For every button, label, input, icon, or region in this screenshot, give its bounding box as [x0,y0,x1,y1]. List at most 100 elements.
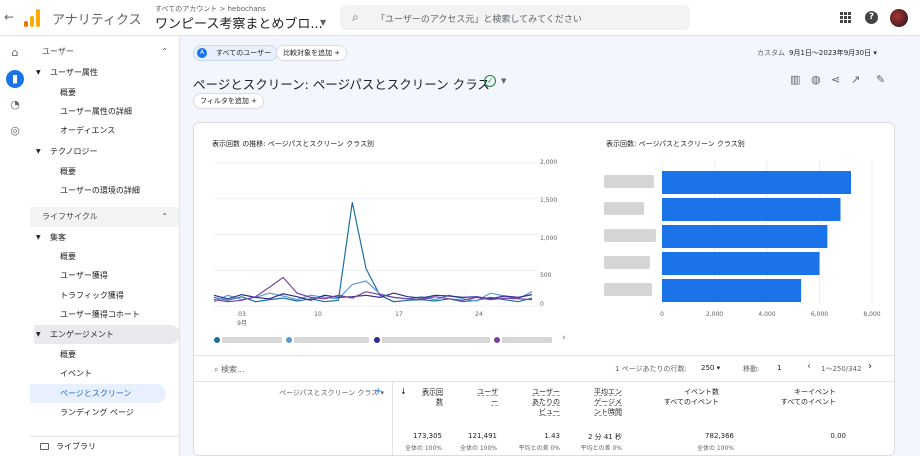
sidebar-section-lifecycle[interactable]: ライフサイクル ⌃ [30,207,179,227]
sidebar-item-events[interactable]: イベント [30,364,166,383]
rows-per-page-select[interactable]: 250 ▾ [701,364,720,372]
group-label: 集客 [50,233,66,242]
total-value: 173,305 [413,432,442,440]
date-range: 9月1日～2023年9月30日 [789,49,872,57]
caret-down-icon[interactable]: ▼ [320,18,326,27]
caret-down-icon: ▾ [873,49,877,57]
bar-label-redacted [604,283,652,296]
prev-page-icon[interactable]: ‹ [807,361,811,372]
y-tick: 500 [540,272,552,279]
apps-grid-icon[interactable] [840,12,851,23]
bar[interactable] [662,279,802,302]
total-value: 121,491 [468,432,497,440]
column-header-engagement-time[interactable]: 平均エン ゲージメ ント時間 [579,387,622,417]
add-dimension-icon[interactable]: + [374,387,382,397]
nav-rail: ⌂ ▮ ◔ ◎ [0,36,30,456]
sidebar-item-tech-details[interactable]: ユーザーの環境の詳細 [30,181,166,200]
plus-icon: + [251,97,257,105]
sidebar-item-overview[interactable]: 概要 [30,345,166,364]
bar[interactable] [662,198,841,221]
x-tick: 24 [475,311,483,318]
line-chart [213,162,538,307]
goto-input[interactable]: 1 [777,364,781,372]
sidebar-item-pages-screens[interactable]: ページとスクリーン [30,384,166,403]
bar-label-redacted [604,175,654,188]
avatar[interactable] [890,9,908,27]
compare-label: 比較対象を追加 [283,49,332,57]
sidebar-item-overview[interactable]: 概要 [30,162,166,181]
group-label: ユーザー属性 [50,68,98,77]
column-header-views-per-user[interactable]: ユーザー あたりの ビュー [520,387,560,417]
column-header-users[interactable]: ユーザ ー [464,387,498,407]
property-selector[interactable]: ワンピース考察まとめブロ... [155,13,323,32]
compare-columns-icon[interactable]: ▥ [790,73,800,86]
caret-down-icon[interactable]: ▼ [501,77,506,85]
reports-icon[interactable]: ▮ [6,70,24,88]
caret-down-icon: ▼ [36,331,41,338]
x-tick: 0 [660,311,664,318]
sidebar-item-user-acquisition[interactable]: ユーザー獲得 [30,266,166,285]
column-divider [392,381,393,455]
x-tick: 17 [395,311,403,318]
add-filter-chip[interactable]: フィルタを追加 + [193,93,264,109]
trend-icon[interactable]: ↗ [851,73,860,86]
edit-pencil-icon[interactable]: ✎ [876,73,885,86]
sidebar-item-landing-page[interactable]: ランディング ページ [30,403,166,422]
rows-per-page-label: 1 ページあたりの行数: [615,365,687,373]
total-sub: 平均との差 0% [580,445,622,452]
total-value: 1.43 [544,432,560,440]
header-label: 平均エン ゲージメ ント時間 [594,388,622,416]
date-label: カスタム [757,49,785,57]
sidebar-item-demographic-details[interactable]: ユーザー属性の詳細 [30,102,166,121]
check-circle-icon[interactable]: ✓ [484,75,496,87]
bar[interactable] [662,252,820,275]
header-label: ユーザ ー [477,388,498,406]
sidebar-group-engagement[interactable]: ▼ エンゲージメント [34,325,179,344]
advertising-icon[interactable]: ◎ [6,122,24,140]
share-icon[interactable]: ⋖ [831,73,840,86]
sidebar-item-acquisition-cohort[interactable]: ユーザー獲得コホート [30,305,166,324]
search-bar[interactable]: ⌕ 「ユーザーのアクセス元」と検索してみてください [340,5,690,30]
dimension-header[interactable]: ページパスとスクリーン クラス ▾ [234,388,384,398]
sidebar-group-acquisition[interactable]: ▼ 集客 [34,228,179,247]
sidebar-item-overview[interactable]: 概要 [30,83,166,102]
section-label: ライフサイクル [42,212,98,221]
sidebar-item-traffic-acquisition[interactable]: トラフィック獲得 [30,286,166,305]
x-tick: 10 [314,311,322,318]
top-bar: ← アナリティクス すべてのアカウント > hebochans ワンピース考察ま… [0,0,920,36]
legend-next-icon[interactable]: › [562,333,566,343]
home-icon[interactable]: ⌂ [6,44,24,62]
bar[interactable] [662,225,828,248]
sidebar-item-audiences[interactable]: オーディエンス [30,121,166,140]
sidebar-group-demographics[interactable]: ▼ ユーザー属性 [34,63,179,82]
bar-label-redacted [604,202,644,215]
insights-icon[interactable]: ◍ [811,73,821,86]
table-search[interactable]: ⌕ 検索... [214,364,245,375]
explore-icon[interactable]: ◔ [6,96,24,114]
x-tick: 2,000 [706,311,723,318]
search-icon: ⌕ [214,365,219,374]
segment-chip[interactable]: A すべてのユーザー [193,45,279,61]
column-header-event-count[interactable]: イベント数 すべてのイベント [639,387,719,407]
rows-per-page-value: 250 [701,364,715,372]
legend-label-redacted [382,337,490,343]
column-header-key-events[interactable]: キーイベント すべてのイベント [754,387,836,407]
legend-swatch [494,337,500,343]
sidebar-item-overview[interactable]: 概要 [30,247,166,266]
report-card: 表示回数 の推移: ページパスとスクリーン クラス別 2,000 1,500 1… [193,122,895,456]
y-tick: 2,000 [540,159,558,166]
help-icon[interactable]: ? [865,11,878,24]
legend-swatch [374,337,380,343]
column-header-views[interactable]: 表示回 数 [409,387,443,407]
sidebar-group-tech[interactable]: ▼ テクノロジー [34,142,179,161]
add-comparison-chip[interactable]: 比較対象を追加 + [276,45,348,61]
sort-arrow-icon[interactable]: ↓ [400,387,407,397]
bar[interactable] [662,171,851,194]
date-range-selector[interactable]: カスタム 9月1日～2023年9月30日 ▾ [757,48,877,58]
segment-icon: A [197,48,207,58]
next-page-icon[interactable]: › [868,361,872,372]
back-arrow-icon[interactable]: ← [4,10,14,24]
chevron-up-icon: ⌃ [161,212,168,221]
sidebar-section-user[interactable]: ユーザー ⌃ [30,42,179,62]
sidebar-library[interactable]: ライブラリ [30,436,179,456]
